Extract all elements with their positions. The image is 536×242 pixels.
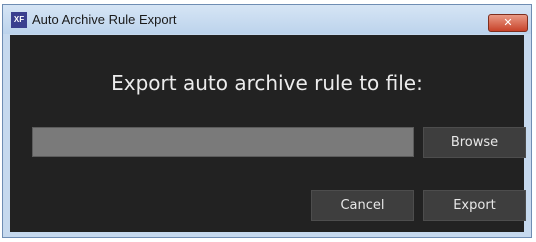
window-title: Auto Archive Rule Export [32,12,177,27]
file-path-input[interactable] [32,127,414,157]
dialog-heading: Export auto archive rule to file: [111,71,423,95]
close-button[interactable]: ✕ [488,14,528,32]
browse-button[interactable]: Browse [423,127,526,158]
close-icon: ✕ [503,16,513,29]
app-icon: XF [11,12,27,28]
dialog-body: Export auto archive rule to file: Browse… [10,35,526,232]
dialog-window: XF Auto Archive Rule Export ✕ Export aut… [2,4,532,238]
cancel-button[interactable]: Cancel [311,190,414,221]
title-bar[interactable]: XF Auto Archive Rule Export ✕ [3,5,531,34]
export-button[interactable]: Export [423,190,526,221]
